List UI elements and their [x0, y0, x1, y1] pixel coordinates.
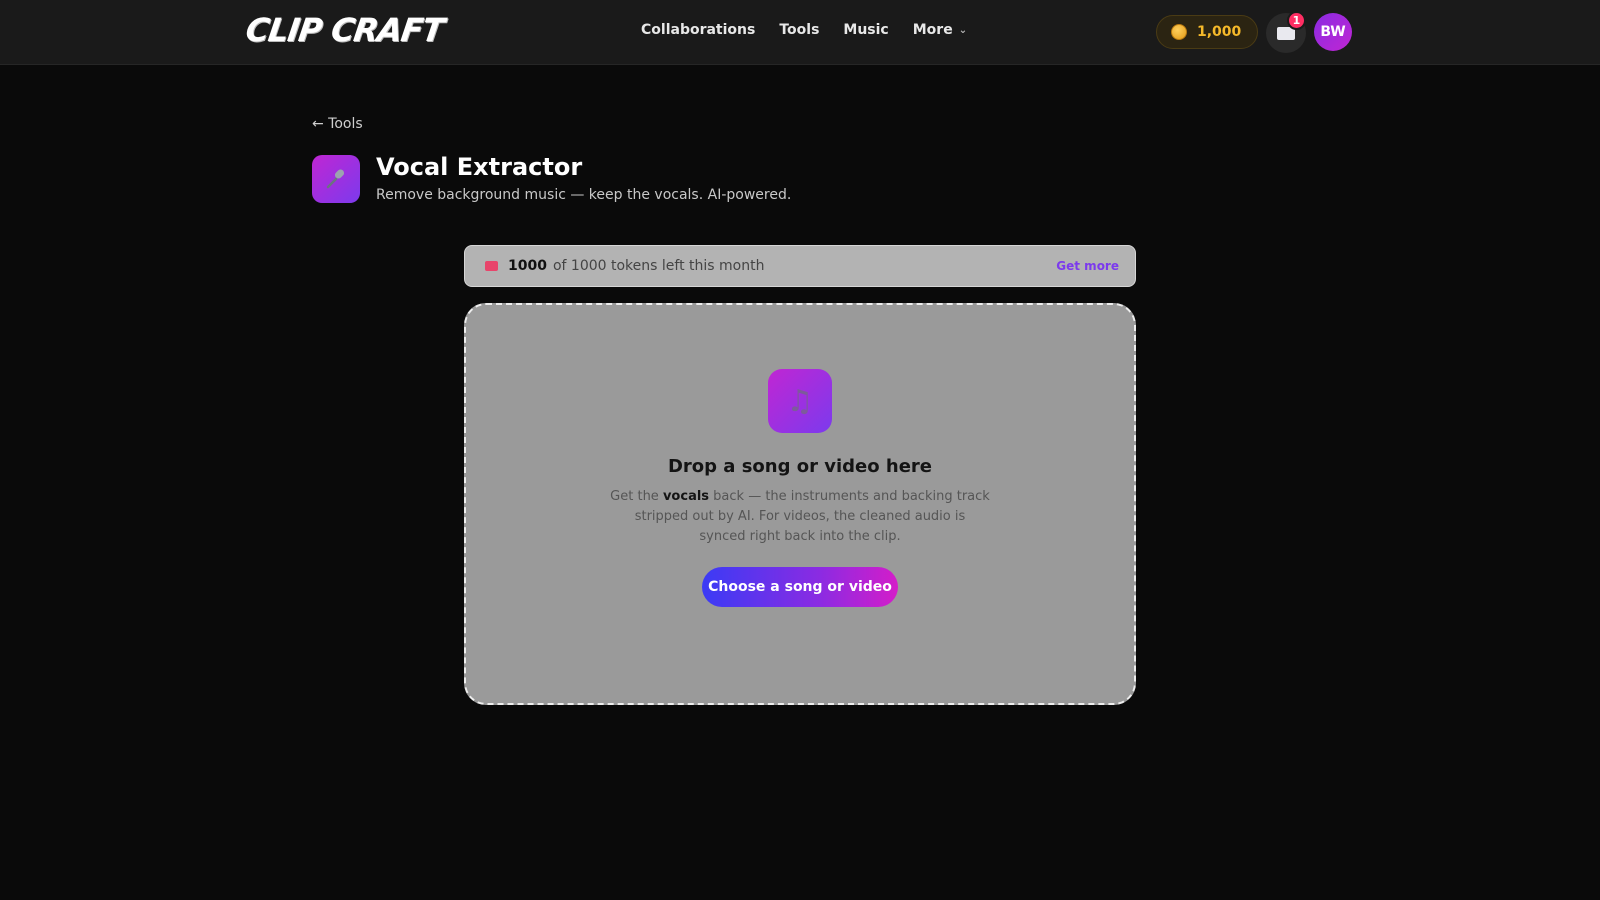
chevron-down-icon: ⌄ [958, 24, 968, 36]
ticket-icon [485, 261, 498, 271]
back-to-tools-link[interactable]: ← Tools [312, 116, 363, 132]
choose-file-button[interactable]: Choose a song or video [702, 567, 898, 607]
token-usage-bar: 1000 of 1000 tokens left this month Get … [464, 245, 1136, 287]
microphone-icon [312, 155, 360, 203]
user-avatar[interactable]: BW [1314, 13, 1352, 51]
page-title: Vocal Extractor [376, 153, 583, 181]
drop-zone-title: Drop a song or video here [667, 456, 933, 477]
tokens-text: of 1000 tokens left this month [552, 258, 765, 274]
clipcraft-logo[interactable]: CLIP CRAFT [243, 11, 445, 49]
get-more-link[interactable]: Get more [1056, 259, 1119, 273]
coin-amount: 1,000 [1197, 24, 1242, 40]
coin-balance[interactable]: 1,000 [1156, 15, 1258, 49]
microphone-icon-svg [326, 169, 345, 189]
page-subtitle: Remove background music — keep the vocal… [376, 187, 792, 203]
nav-item-more[interactable]: More ⌄ [913, 22, 967, 38]
top-navigation-bar: CLIP CRAFT Collaborations Tools Music Mo… [0, 0, 1600, 65]
nav-item-label: Collaborations [641, 22, 756, 38]
nav-item-label: More [912, 22, 953, 38]
coin-icon [1171, 24, 1187, 40]
nav-item-tools[interactable]: Tools [779, 22, 819, 38]
desc-bold: vocals [662, 489, 710, 504]
notification-badge: 1 [1287, 11, 1306, 30]
nav-item-music[interactable]: Music [843, 22, 888, 38]
desc-prefix: Get the [610, 489, 663, 504]
main-nav: Collaborations Tools Music More ⌄ [641, 22, 967, 38]
tokens-remaining: 1000 [508, 258, 547, 274]
nav-item-collaborations[interactable]: Collaborations [641, 22, 755, 38]
nav-item-label: Music [843, 22, 889, 38]
music-note-icon: ♫ [768, 369, 832, 433]
nav-item-label: Tools [779, 22, 820, 38]
drop-zone-description: Get the vocals back — the instruments an… [610, 487, 990, 547]
